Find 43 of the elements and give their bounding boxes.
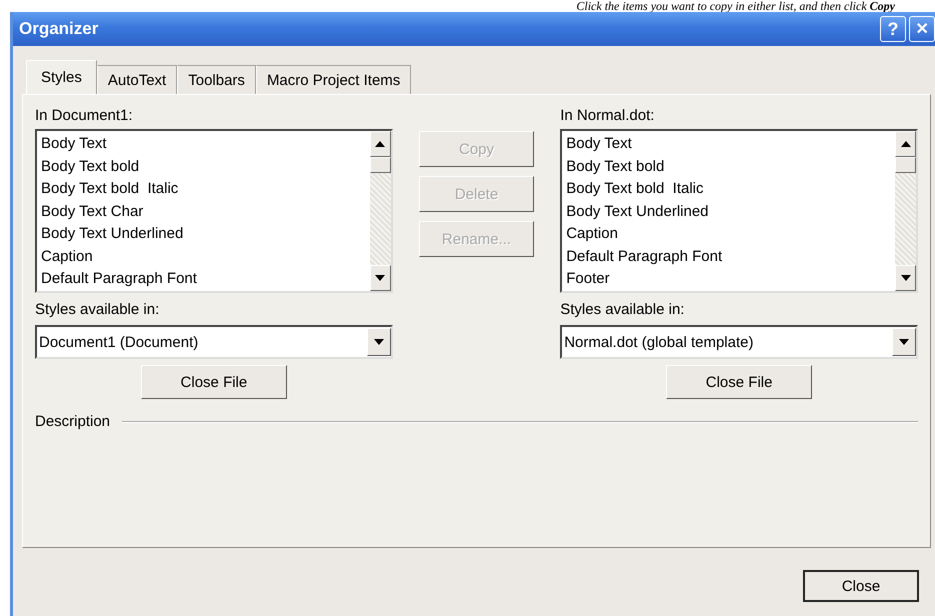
list-item[interactable]: Body Text bold Italic: [566, 178, 891, 200]
list-item[interactable]: Body Text: [41, 133, 366, 156]
dropdown[interactable]: Normal.dot (global template): [560, 325, 918, 359]
tab[interactable]: Styles: [26, 60, 97, 94]
down-arrow-icon: [900, 275, 910, 281]
scrollbar[interactable]: [370, 131, 391, 291]
instruction-text: Click the items you want to copy in either list, and then click Copy: [575, 0, 896, 12]
list-item[interactable]: Caption: [566, 223, 891, 246]
up-arrow-icon: [900, 141, 910, 147]
dropdown-arrow-icon: [374, 339, 384, 345]
dropdown-arrow-icon: [899, 339, 909, 345]
list-item[interactable]: Default Paragraph Font: [566, 246, 891, 268]
list-item[interactable]: Default Paragraph Font: [41, 268, 366, 290]
tab[interactable]: AutoText: [96, 65, 178, 94]
tab[interactable]: Toolbars: [177, 65, 256, 94]
list-item[interactable]: Body Text bold: [41, 156, 366, 178]
up-arrow-icon: [375, 141, 386, 147]
field-label: Styles available in:: [560, 301, 686, 320]
section-label: Description: [35, 413, 110, 430]
scrollbar[interactable]: [895, 131, 916, 291]
list-label: In Normal.dot:: [560, 107, 656, 126]
down-arrow-icon: [375, 275, 386, 281]
list-item[interactable]: Caption: [41, 246, 366, 268]
field-label: Styles available in:: [35, 301, 160, 320]
list-item[interactable]: Body Text Underlined: [41, 223, 366, 246]
scroll-thumb[interactable]: [895, 157, 916, 173]
tab[interactable]: Macro Project Items: [256, 65, 412, 94]
list-label: In Document1:: [35, 107, 134, 126]
style-list[interactable]: Body Text Body Text bold Body Text bold Italic Body Text Underlined Caption Default Paragraph Font Footer: [560, 129, 918, 293]
dropdown[interactable]: Document1 (Document): [35, 325, 393, 359]
list-item[interactable]: Body Text bold: [566, 156, 891, 178]
list-item[interactable]: Body Text bold Italic: [41, 178, 366, 200]
list-item[interactable]: Body Text Underlined: [566, 200, 891, 223]
close-file-button[interactable]: Close File: [666, 365, 812, 399]
close-file-button[interactable]: Close File: [140, 365, 287, 399]
list-item[interactable]: Body Text Char: [41, 200, 366, 223]
list-item[interactable]: Body Text: [566, 133, 891, 156]
scroll-thumb[interactable]: [370, 157, 391, 173]
style-list[interactable]: Body Text Body Text bold Body Text bold Italic Body Text Char Body Text Underlined Caption Default Paragraph Font: [35, 129, 393, 293]
close-button[interactable]: Close: [803, 570, 919, 602]
list-item[interactable]: Footer: [566, 268, 891, 290]
window-title: Organizer: [19, 19, 98, 39]
close-button[interactable]: ✕: [909, 16, 935, 42]
